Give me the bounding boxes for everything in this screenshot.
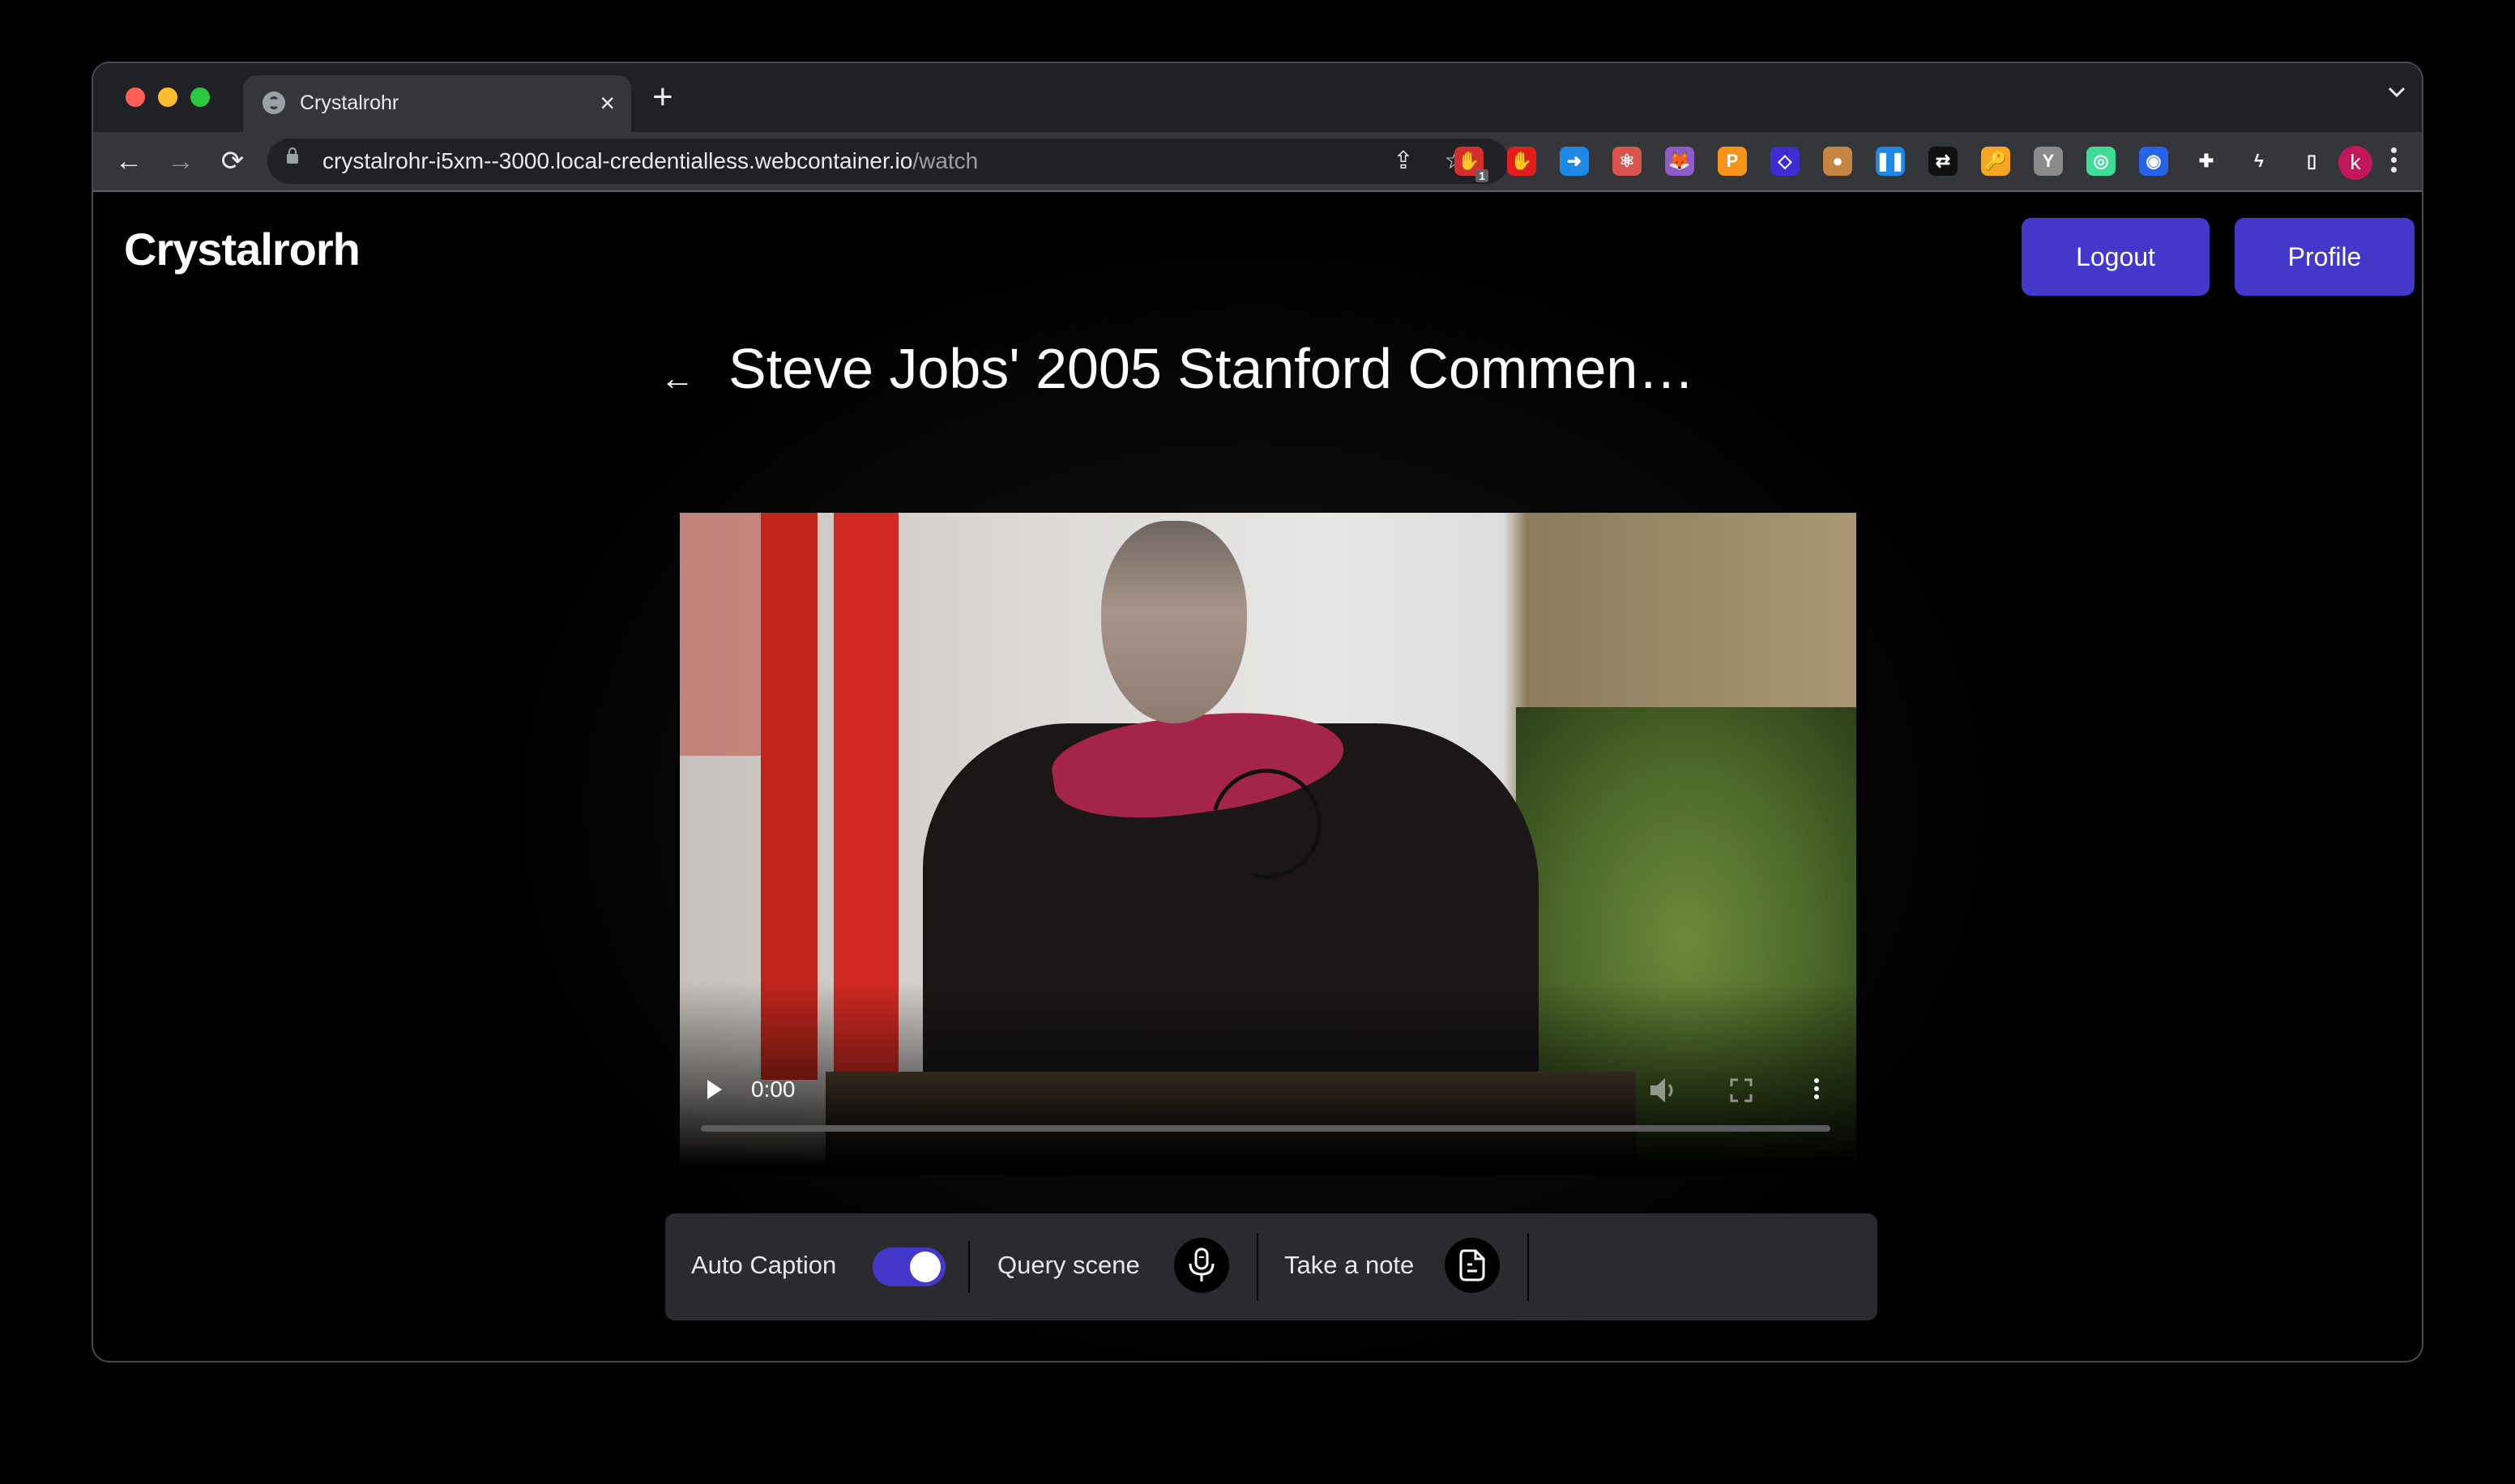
reload-icon[interactable]: ⟳ <box>215 143 250 179</box>
take-note-button[interactable] <box>1445 1238 1500 1293</box>
chevron-down-icon[interactable] <box>2388 86 2406 99</box>
microphone-icon <box>1189 1247 1215 1281</box>
divider <box>968 1241 970 1293</box>
metamask-extension-icon[interactable]: 🦊 <box>1665 147 1694 176</box>
window-close-button[interactable] <box>126 87 145 107</box>
new-tab-button[interactable]: + <box>652 79 673 115</box>
video-progress-bar[interactable] <box>701 1125 1830 1132</box>
polkadot-extension-icon[interactable]: P <box>1718 147 1747 176</box>
more-options-icon[interactable] <box>1813 1075 1821 1107</box>
take-note-label: Take a note <box>1284 1251 1415 1279</box>
auto-caption-label: Auto Caption <box>691 1251 837 1279</box>
url-host: crystalrohr-i5xm--3000.local-credentiall… <box>322 148 913 173</box>
puzzle-extensions-icon[interactable]: ✚ <box>2192 147 2221 176</box>
url-text[interactable]: crystalrohr-i5xm--3000.local-credentiall… <box>322 148 978 174</box>
sidepanel-icon[interactable]: ▯ <box>2297 147 2326 176</box>
address-bar[interactable]: crystalrohr-i5xm--3000.local-credentiall… <box>267 139 1509 184</box>
close-tab-icon[interactable]: × <box>600 87 615 119</box>
sync-extension-icon[interactable]: ⇄ <box>1928 147 1958 176</box>
play-icon[interactable] <box>707 1080 722 1099</box>
screen-extension-icon[interactable]: ◉ <box>2139 147 2168 176</box>
adblock-extension-icon[interactable]: ✋ 1 <box>1454 147 1488 182</box>
share-icon[interactable]: ⇪ <box>1389 147 1418 176</box>
video-player[interactable]: 0:00 <box>677 513 1861 1175</box>
page-viewport: Crystalrorh Logout Profile ← Steve Jobs'… <box>93 192 2422 1361</box>
diamond-extension-icon[interactable]: ◇ <box>1770 147 1800 176</box>
bolt-extension-icon[interactable]: ϟ <box>2244 147 2274 176</box>
globe-icon <box>263 92 285 114</box>
logout-button[interactable]: Logout <box>2022 218 2210 296</box>
video-scene-banner <box>680 513 769 756</box>
pause-extension-icon[interactable]: ❚❚ <box>1876 147 1905 176</box>
divider <box>1257 1233 1258 1301</box>
tab-title: Crystalrohr <box>300 92 399 114</box>
toggle-knob <box>910 1252 941 1282</box>
lock-icon <box>287 147 298 164</box>
forward-icon[interactable]: → <box>163 143 199 179</box>
video-scene-speaker-head <box>1101 521 1247 723</box>
target-extension-icon[interactable]: ◎ <box>2086 147 2116 176</box>
tab-strip: Crystalrohr × + <box>93 63 2422 132</box>
current-time: 0:00 <box>751 1077 796 1102</box>
browser-tab[interactable]: Crystalrohr × <box>243 75 631 132</box>
fullscreen-icon[interactable] <box>1730 1078 1753 1102</box>
browser-menu-icon[interactable] <box>2385 143 2402 179</box>
back-arrow-icon[interactable]: ← <box>660 359 694 398</box>
video-frame <box>680 513 1856 1167</box>
browser-toolbar: ← → ⟳ crystalrohr-i5xm--3000.local-crede… <box>93 132 2422 192</box>
query-scene-label: Query scene <box>997 1251 1140 1279</box>
back-icon[interactable]: ← <box>111 143 147 179</box>
browser-window: Crystalrohr × + ← → ⟳ crystalrohr-i5xm--… <box>92 62 2423 1362</box>
query-scene-button[interactable] <box>1174 1238 1229 1293</box>
video-title: Steve Jobs' 2005 Stanford Commen… <box>728 337 1695 400</box>
controls-overlay <box>680 981 1856 1167</box>
url-path: /watch <box>912 148 979 173</box>
profile-avatar[interactable]: k <box>2338 146 2372 180</box>
app-logo[interactable]: Crystalrorh <box>124 223 361 275</box>
divider <box>1527 1233 1529 1301</box>
extension-badge: 1 <box>1475 169 1488 182</box>
window-minimize-button[interactable] <box>158 87 177 107</box>
ublock-extension-icon[interactable]: ✋ <box>1507 147 1536 176</box>
react-devtools-extension-icon[interactable]: ⚛ <box>1612 147 1642 176</box>
cookie-extension-icon[interactable]: ● <box>1823 147 1852 176</box>
y-extension-icon[interactable]: Y <box>2034 147 2063 176</box>
key-extension-icon[interactable]: 🔑 <box>1981 147 2010 176</box>
volume-icon[interactable] <box>1649 1077 1678 1104</box>
sidebar-arrow-extension-icon[interactable]: ➜ <box>1560 147 1589 176</box>
note-document-icon <box>1459 1249 1485 1281</box>
profile-button[interactable]: Profile <box>2235 218 2415 296</box>
video-actions-bar: Auto Caption Query scene Take a note <box>665 1213 1877 1320</box>
window-maximize-button[interactable] <box>190 87 210 107</box>
auto-caption-toggle[interactable] <box>873 1247 946 1286</box>
